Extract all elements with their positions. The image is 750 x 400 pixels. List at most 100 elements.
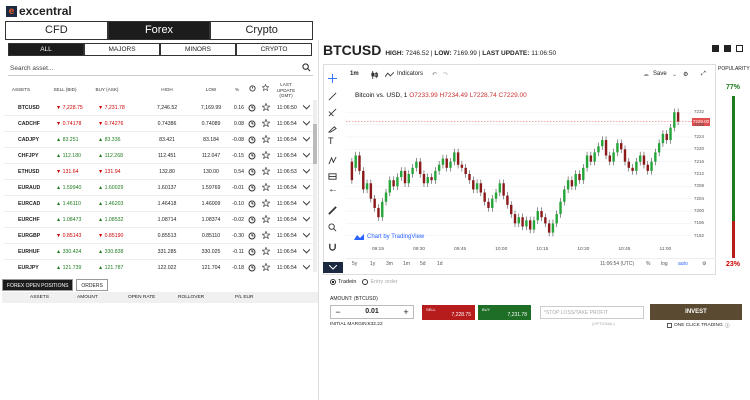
- price-alert-icon[interactable]: [248, 119, 256, 128]
- asset-symbol[interactable]: EURGBP: [18, 233, 40, 239]
- asset-symbol[interactable]: CADJPY: [18, 137, 39, 143]
- price-alert-icon[interactable]: [248, 215, 256, 224]
- favorite-star-icon[interactable]: [262, 263, 270, 271]
- range-5d[interactable]: 5d: [420, 261, 426, 267]
- asset-buy-price[interactable]: ▲ 330.838: [98, 249, 123, 255]
- interval-selector[interactable]: 1m: [350, 71, 359, 77]
- candle-type-icon[interactable]: [370, 71, 379, 79]
- invest-button[interactable]: INVEST: [650, 304, 742, 320]
- asset-buy-price[interactable]: ▼ 7,231.78: [98, 105, 125, 111]
- asset-sell-price[interactable]: ▼ 7,228.75: [56, 105, 83, 111]
- asset-sell-price[interactable]: ▲ 1.08473: [56, 217, 81, 223]
- favorite-star-icon[interactable]: [262, 119, 270, 127]
- layout-chart-icon[interactable]: [724, 45, 731, 52]
- percent-scale-toggle[interactable]: %: [646, 261, 650, 267]
- settings-icon[interactable]: ⚙: [683, 71, 688, 78]
- price-alert-icon[interactable]: [248, 167, 256, 176]
- undo-icon[interactable]: ↶: [432, 71, 437, 78]
- asset-sell-price[interactable]: ▲ 121.739: [56, 265, 81, 271]
- asset-buy-price[interactable]: ▲ 121.787: [98, 265, 123, 271]
- one-click-trading-toggle[interactable]: ONE CLICK TRADING ⓘ: [667, 322, 730, 329]
- asset-row[interactable]: ETHUSD ▼ 131.64 ▼ 131.94 132.80 130.00 0.54 11…: [4, 164, 316, 180]
- asset-symbol[interactable]: EURJPY: [18, 265, 39, 271]
- favorite-star-icon[interactable]: [262, 231, 270, 239]
- chevron-down-icon[interactable]: [303, 104, 310, 111]
- favorite-star-icon[interactable]: [262, 215, 270, 223]
- prediction-tool-icon[interactable]: [328, 172, 337, 181]
- collapse-toolbar-button[interactable]: [323, 262, 343, 273]
- asset-buy-price[interactable]: ▼ 0.74276: [98, 121, 123, 127]
- asset-row[interactable]: EURJPY ▲ 121.739 ▲ 121.787 122.022 121.704 -0…: [4, 260, 316, 272]
- asset-row[interactable]: EURAUD ▲ 1.59940 ▲ 1.60029 1.60137 1.59769 -0…: [4, 180, 316, 196]
- cloud-icon[interactable]: ☁: [643, 71, 649, 78]
- favorite-star-icon[interactable]: [262, 103, 270, 111]
- back-arrow-icon[interactable]: ←: [328, 185, 338, 195]
- tab-cfd[interactable]: CFD: [5, 21, 108, 40]
- time-axis[interactable]: 09:15 09:30 09:45 10:00 10:15 10:30 10:45 11:00: [346, 247, 692, 257]
- chevron-down-icon[interactable]: [303, 168, 310, 175]
- redo-icon[interactable]: ↷: [443, 71, 448, 78]
- tab-open-positions[interactable]: FOREX OPEN POSITIONS: [2, 279, 74, 291]
- favorite-star-icon[interactable]: [262, 151, 270, 159]
- asset-row[interactable]: EURGBP ▼ 0.85143 ▼ 0.85190 0.85513 0.85110 -0…: [4, 228, 316, 244]
- indicators-button[interactable]: Indicators: [397, 71, 423, 77]
- save-dropdown-icon[interactable]: ⌄: [672, 71, 677, 78]
- chevron-down-icon[interactable]: [303, 216, 310, 223]
- asset-buy-price[interactable]: ▲ 112.268: [98, 153, 123, 159]
- brush-icon[interactable]: [328, 124, 337, 133]
- favorite-star-icon[interactable]: [262, 199, 270, 207]
- brand-logo[interactable]: e excentral: [6, 4, 72, 18]
- asset-buy-price[interactable]: ▼ 131.94: [98, 169, 120, 175]
- asset-symbol[interactable]: CHFJPY: [18, 153, 38, 159]
- price-alert-icon[interactable]: [248, 247, 256, 256]
- tab-forex[interactable]: Forex: [107, 21, 211, 40]
- range-3m[interactable]: 3m: [386, 261, 393, 267]
- asset-list-scrollbar[interactable]: [313, 100, 317, 272]
- asset-row[interactable]: CADCHF ▼ 0.74178 ▼ 0.74276 0.74386 0.74089 0.…: [4, 116, 316, 132]
- range-1y[interactable]: 1y: [370, 261, 375, 267]
- asset-sell-price[interactable]: ▲ 83.251: [56, 137, 78, 143]
- tradein-radio[interactable]: Tradein: [330, 279, 356, 285]
- asset-buy-price[interactable]: ▲ 83.336: [98, 137, 120, 143]
- asset-sell-price[interactable]: ▲ 112.180: [56, 153, 81, 159]
- chevron-down-icon[interactable]: [303, 248, 310, 255]
- range-1m[interactable]: 1m: [403, 261, 410, 267]
- asset-row[interactable]: EURCHF ▲ 1.08473 ▲ 1.08532 1.08714 1.08374 -0…: [4, 212, 316, 228]
- asset-sell-price[interactable]: ▲ 1.59940: [56, 185, 81, 191]
- chevron-down-icon[interactable]: [303, 264, 310, 271]
- asset-buy-price[interactable]: ▲ 1.46203: [98, 201, 123, 207]
- subtab-all[interactable]: ALL: [8, 43, 84, 56]
- price-chart[interactable]: [346, 103, 692, 245]
- sell-button[interactable]: SELL 7,228.75: [422, 305, 475, 320]
- price-alert-icon[interactable]: [248, 103, 256, 112]
- search-input[interactable]: Search asset...: [8, 62, 313, 76]
- price-alert-icon[interactable]: [248, 199, 256, 208]
- pattern-tool-icon[interactable]: [328, 156, 337, 165]
- search-icon[interactable]: [302, 63, 311, 72]
- fib-tool-icon[interactable]: [328, 108, 337, 117]
- log-scale-toggle[interactable]: log: [661, 261, 668, 267]
- entry-order-radio[interactable]: Entry order: [362, 279, 398, 285]
- asset-buy-price[interactable]: ▼ 0.85190: [98, 233, 123, 239]
- asset-row[interactable]: CADJPY ▲ 83.251 ▲ 83.336 83.421 83.184 -0.08 1…: [4, 132, 316, 148]
- subtab-majors[interactable]: MAJORS: [84, 43, 160, 56]
- stop-loss-input[interactable]: *STOP LOSS/TAKE PROFIT: [540, 306, 644, 319]
- text-tool-icon[interactable]: T: [328, 137, 337, 146]
- chevron-down-icon[interactable]: [303, 152, 310, 159]
- favorite-star-icon[interactable]: [262, 247, 270, 255]
- auto-scale-toggle[interactable]: auto: [678, 261, 688, 267]
- chevron-down-icon[interactable]: [303, 232, 310, 239]
- asset-buy-price[interactable]: ▲ 1.08532: [98, 217, 123, 223]
- magnet-icon[interactable]: [328, 242, 337, 251]
- asset-row[interactable]: BTCUSD ▼ 7,228.75 ▼ 7,231.78 7,246.52 7,169.…: [4, 100, 316, 116]
- chevron-down-icon[interactable]: [303, 200, 310, 207]
- asset-row[interactable]: EURHUF ▲ 330.424 ▲ 330.838 331.285 330.025 -0…: [4, 244, 316, 260]
- trend-line-icon[interactable]: [328, 92, 337, 101]
- favorite-star-icon[interactable]: [262, 167, 270, 175]
- scrollbar-thumb[interactable]: [313, 124, 317, 164]
- tab-crypto[interactable]: Crypto: [210, 21, 314, 40]
- asset-row[interactable]: EURCAD ▲ 1.46110 ▲ 1.46203 1.46418 1.46009 -0…: [4, 196, 316, 212]
- zoom-icon[interactable]: [328, 223, 337, 232]
- tab-orders[interactable]: ORDERS: [76, 279, 108, 291]
- asset-symbol[interactable]: EURCHF: [18, 217, 40, 223]
